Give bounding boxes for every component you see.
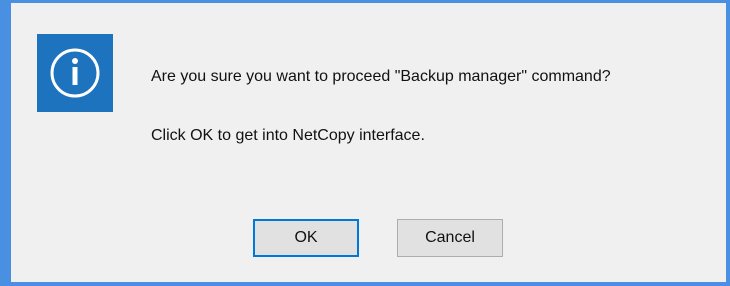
window-border-right bbox=[726, 0, 730, 286]
message-dialog: Are you sure you want to proceed "Backup… bbox=[0, 0, 730, 286]
dialog-message-instruction: Click OK to get into NetCopy interface. bbox=[151, 127, 425, 144]
dialog-message-question: Are you sure you want to proceed "Backup… bbox=[151, 68, 611, 85]
ok-button[interactable]: OK bbox=[253, 219, 359, 257]
cancel-button[interactable]: Cancel bbox=[397, 219, 503, 257]
info-icon bbox=[37, 34, 113, 112]
